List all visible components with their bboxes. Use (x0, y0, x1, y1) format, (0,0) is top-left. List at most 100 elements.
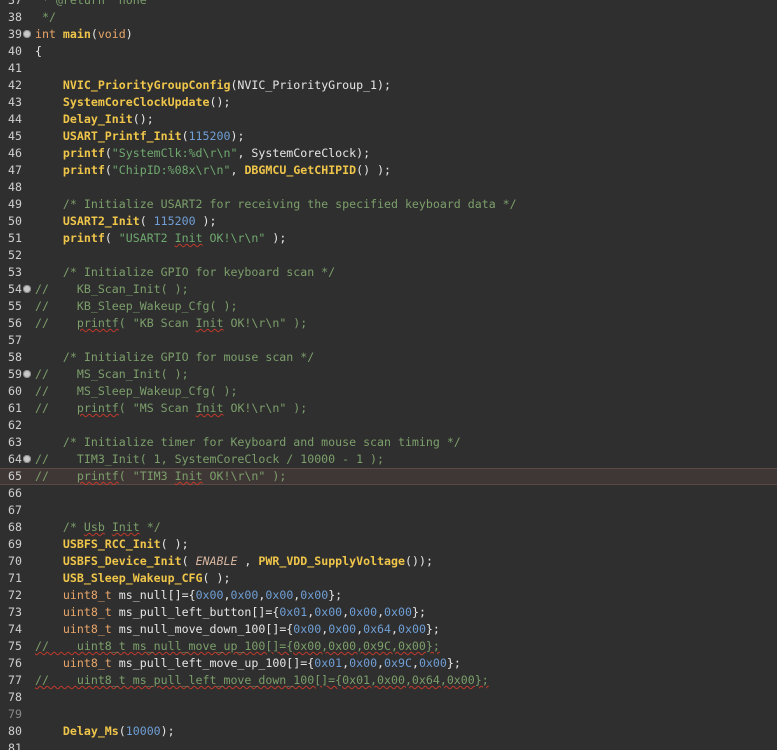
code-line[interactable]: 60 // MS_Sleep_Wakeup_Cfg( ); (0, 383, 777, 400)
code-token: /* Initialize GPIO for keyboard scan */ (62, 265, 336, 279)
fold-toggle-icon[interactable] (23, 285, 31, 293)
code-line[interactable]: 78 (0, 689, 777, 706)
line-number: 62 (8, 418, 22, 432)
code-line[interactable]: 50 USART2_Init( 115200 ); (0, 213, 777, 230)
code-token: ( (104, 231, 119, 245)
fold-toggle-icon[interactable] (23, 455, 31, 463)
code-line[interactable]: 63 /* Initialize timer for Keyboard and … (0, 434, 777, 451)
code-line[interactable]: 37 * @return none (0, 0, 777, 9)
code-line[interactable]: 47 printf("ChipID:%08x\r\n", DBGMCU_GetC… (0, 162, 777, 179)
code-line[interactable]: 56 // printf( "KB Scan Init OK!\r\n" ); (0, 315, 777, 332)
line-number: 57 (8, 333, 22, 347)
code-line[interactable]: 45 USART_Printf_Init(115200); (0, 128, 777, 145)
code-line[interactable]: 42 NVIC_PriorityGroupConfig(NVIC_Priorit… (0, 77, 777, 94)
code-token: 0x00 (314, 605, 343, 619)
code-text: // TIM3_Init( 1, SystemCoreClock / 10000… (35, 451, 384, 468)
code-token: 0x00 (398, 622, 426, 636)
code-text: USART2_Init( 115200 ); (35, 213, 217, 230)
code-line[interactable]: 75 // uint8_t ms_null_move_up_100[]={0x00… (0, 638, 777, 655)
code-token: () ); (356, 163, 392, 177)
code-token: Delay_Init (62, 112, 133, 126)
code-line[interactable]: 76 uint8_t ms_pull_left_move_up_100[]={0… (0, 655, 777, 672)
code-token: 0x00 (384, 605, 412, 619)
code-line[interactable]: 68 /* Usb Init */ (0, 519, 777, 536)
code-editor[interactable]: 37 * @return none 38 */39 int main(void) 40… (0, 0, 777, 750)
code-text: /* Initialize GPIO for mouse scan */ (35, 349, 314, 366)
code-line[interactable]: 62 (0, 417, 777, 434)
code-token: Init (195, 401, 224, 415)
code-token: * @return none (35, 0, 147, 7)
code-line[interactable]: 72 uint8_t ms_null[]={0x00,0x00,0x00,0x0… (0, 587, 777, 604)
code-line[interactable]: 70 USBFS_Device_Init( ENABLE , PWR_VDD_S… (0, 553, 777, 570)
code-text: // printf( "KB Scan Init OK!\r\n" ); (35, 315, 307, 332)
code-token: int (35, 27, 63, 41)
code-line[interactable]: 55 // KB_Sleep_Wakeup_Cfg( ); (0, 298, 777, 315)
code-line[interactable]: 49 /* Initialize USART2 for receiving th… (0, 196, 777, 213)
line-number: 76 (8, 656, 22, 670)
code-line[interactable]: 79 (0, 706, 777, 723)
code-line[interactable]: 43 SystemCoreClockUpdate(); (0, 94, 777, 111)
code-token: 0x00 (195, 588, 224, 602)
code-token: Usb (83, 520, 105, 534)
fold-toggle-icon[interactable] (23, 30, 31, 38)
code-token: NVIC_PriorityGroupConfig (62, 78, 231, 92)
code-token: { (35, 44, 42, 58)
code-line[interactable]: 40 { (0, 43, 777, 60)
code-token: }; (446, 656, 461, 670)
fold-toggle-icon[interactable] (23, 370, 31, 378)
code-line[interactable]: 39 int main(void) (0, 26, 777, 43)
code-line[interactable]: 59 // MS_Scan_Init( ); (0, 366, 777, 383)
code-token: ( ); (160, 537, 189, 551)
code-token: printf (62, 146, 105, 160)
line-number: 74 (8, 622, 22, 636)
code-line[interactable]: 48 (0, 179, 777, 196)
code-line[interactable]: 69 USBFS_RCC_Init( ); (0, 536, 777, 553)
line-number: 80 (8, 724, 22, 738)
code-line[interactable]: 61 // printf( "MS Scan Init OK!\r\n" ); (0, 400, 777, 417)
code-line[interactable]: 77 // uint8_t ms_pull_left_move_down_100[… (0, 672, 777, 689)
code-text: int main(void) (35, 26, 133, 43)
code-line[interactable]: 41 (0, 60, 777, 77)
code-token: 0x00 (293, 622, 322, 636)
code-token: 0x01 (314, 656, 343, 670)
code-token: 0x00 (300, 588, 329, 602)
code-token: "ChipID:%08x\r\n" (111, 163, 231, 177)
code-line[interactable]: 74 uint8_t ms_null_move_down_100[]={0x00… (0, 621, 777, 638)
code-text: // printf( "TIM3 Init OK!\r\n" ); (35, 469, 286, 484)
code-token: "SystemClk:%d\r\n" (111, 146, 238, 160)
code-token: printf (76, 316, 119, 330)
code-line[interactable]: 80 Delay_Ms(10000); (0, 723, 777, 740)
code-line[interactable]: 66 (0, 485, 777, 502)
code-line[interactable]: 51 printf( "USART2 Init OK!\r\n" ); (0, 230, 777, 247)
code-token: uint8_t (62, 588, 112, 602)
code-token: OK!\r\n" ); (223, 316, 308, 330)
code-line[interactable]: 65 // printf( "TIM3 Init OK!\r\n" ); (0, 468, 777, 485)
code-text: // printf( "MS Scan Init OK!\r\n" ); (35, 400, 307, 417)
code-line[interactable]: 71 USB_Sleep_Wakeup_CFG( ); (0, 570, 777, 587)
code-token: ); (160, 724, 175, 738)
code-text: // uint8_t ms_pull_left_move_down_100[]=… (35, 672, 489, 689)
code-line[interactable]: 52 (0, 247, 777, 264)
code-line[interactable]: 64 // TIM3_Init( 1, SystemCoreClock / 100… (0, 451, 777, 468)
code-line[interactable]: 58 /* Initialize GPIO for mouse scan */ (0, 349, 777, 366)
code-line[interactable]: 73 uint8_t ms_pull_left_button[]={0x01,0… (0, 604, 777, 621)
code-line[interactable]: 46 printf("SystemClk:%d\r\n", SystemCore… (0, 145, 777, 162)
code-line[interactable]: 54 // KB_Scan_Init( ); (0, 281, 777, 298)
code-line[interactable]: 81 (0, 740, 777, 750)
code-line[interactable]: 38 */ (0, 9, 777, 26)
code-line[interactable]: 57 (0, 332, 777, 349)
code-line[interactable]: 44 Delay_Init(); (0, 111, 777, 128)
line-number: 79 (8, 707, 22, 721)
code-text: /* Initialize timer for Keyboard and mou… (35, 434, 461, 451)
code-token: Init (111, 520, 140, 534)
code-token: // MS_Sleep_Wakeup_Cfg( ); (35, 384, 238, 398)
code-line[interactable]: 53 /* Initialize GPIO for keyboard scan … (0, 264, 777, 281)
code-line[interactable]: 67 (0, 502, 777, 519)
code-token: ); (230, 129, 245, 143)
code-token: USART_Printf_Init (62, 129, 182, 143)
